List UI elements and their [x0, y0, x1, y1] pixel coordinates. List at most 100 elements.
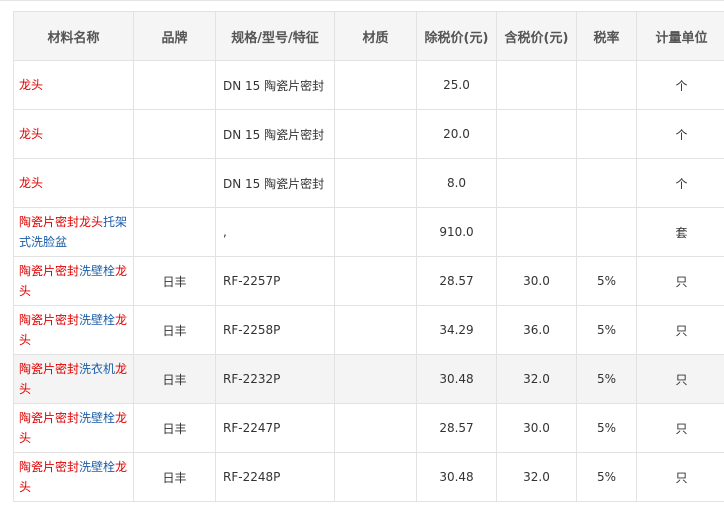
material-name-segment[interactable]: 洗壁栓 — [79, 411, 115, 425]
material-price-table: 材料名称 品牌 规格/型号/特征 材质 除税价(元) 含税价(元) 税率 计量单… — [13, 11, 724, 502]
cell-brand — [133, 158, 216, 208]
cell-tax-rate — [576, 60, 637, 110]
header-tax-rate[interactable]: 税率 — [576, 11, 637, 61]
cell-brand: 日丰 — [133, 305, 216, 355]
cell-material-name[interactable]: 龙头 — [13, 109, 134, 159]
cell-price-incl-tax — [496, 109, 577, 159]
cell-price-incl-tax — [496, 158, 577, 208]
cell-material — [334, 207, 417, 257]
cell-price-incl-tax: 30.0 — [496, 256, 577, 306]
cell-material — [334, 452, 417, 502]
cell-spec: RF-2247P — [215, 403, 335, 453]
cell-unit: 个 — [636, 109, 724, 159]
cell-spec: DN 15 陶瓷片密封 — [215, 109, 335, 159]
cell-brand — [133, 109, 216, 159]
cell-unit: 只 — [636, 354, 724, 404]
cell-tax-rate: 5% — [576, 354, 637, 404]
cell-tax-rate — [576, 158, 637, 208]
cell-material — [334, 256, 417, 306]
table-header-row: 材料名称 品牌 规格/型号/特征 材质 除税价(元) 含税价(元) 税率 计量单… — [13, 11, 724, 61]
table-row[interactable]: 陶瓷片密封洗壁栓龙头 日丰 RF-2257P 28.57 30.0 5% 只 — [13, 256, 724, 306]
cell-material-name[interactable]: 陶瓷片密封洗衣机龙头 — [13, 354, 134, 404]
material-name-segment[interactable]: 洗壁栓 — [79, 264, 115, 278]
material-name-segment[interactable]: 陶瓷片密封 — [19, 460, 79, 474]
material-name-segment[interactable]: 龙头 — [19, 78, 43, 92]
table-row[interactable]: 陶瓷片密封洗衣机龙头 日丰 RF-2232P 30.48 32.0 5% 只 — [13, 354, 724, 404]
cell-material-name[interactable]: 陶瓷片密封洗壁栓龙头 — [13, 256, 134, 306]
header-material-name[interactable]: 材料名称 — [13, 11, 134, 61]
cell-material-name[interactable]: 龙头 — [13, 60, 134, 110]
header-material[interactable]: 材质 — [334, 11, 417, 61]
material-name-segment[interactable]: 陶瓷片密封 — [19, 264, 79, 278]
cell-price-excl-tax: 8.0 — [416, 158, 497, 208]
cell-material — [334, 403, 417, 453]
material-name-segment[interactable]: 洗壁栓 — [79, 460, 115, 474]
cell-price-excl-tax: 30.48 — [416, 452, 497, 502]
cell-price-incl-tax — [496, 60, 577, 110]
cell-tax-rate: 5% — [576, 256, 637, 306]
cell-tax-rate: 5% — [576, 305, 637, 355]
header-price-excl-tax[interactable]: 除税价(元) — [416, 11, 497, 61]
cell-price-excl-tax: 28.57 — [416, 256, 497, 306]
cell-material-name[interactable]: 龙头 — [13, 158, 134, 208]
table-row[interactable]: 陶瓷片密封洗壁栓龙头 日丰 RF-2258P 34.29 36.0 5% 只 — [13, 305, 724, 355]
cell-spec: DN 15 陶瓷片密封 — [215, 158, 335, 208]
header-brand[interactable]: 品牌 — [133, 11, 216, 61]
cell-material — [334, 60, 417, 110]
cell-tax-rate — [576, 109, 637, 159]
material-name-segment[interactable]: 龙头 — [19, 176, 43, 190]
material-name-segment[interactable]: 洗壁栓 — [79, 313, 115, 327]
cell-unit: 只 — [636, 256, 724, 306]
cell-brand — [133, 207, 216, 257]
cell-price-incl-tax: 30.0 — [496, 403, 577, 453]
table-row[interactable]: 陶瓷片密封洗壁栓龙头 日丰 RF-2248P 30.48 32.0 5% 只 — [13, 452, 724, 502]
cell-tax-rate — [576, 207, 637, 257]
cell-tax-rate: 5% — [576, 452, 637, 502]
cell-spec: RF-2248P — [215, 452, 335, 502]
cell-unit: 只 — [636, 452, 724, 502]
cell-price-incl-tax — [496, 207, 577, 257]
table-row[interactable]: 陶瓷片密封龙头托架式洗脸盆, 910.0 套 — [13, 207, 724, 257]
cell-price-incl-tax: 32.0 — [496, 452, 577, 502]
header-price-incl-tax[interactable]: 含税价(元) — [496, 11, 577, 61]
table-row[interactable]: 龙头 DN 15 陶瓷片密封 25.0 个 — [13, 60, 724, 110]
cell-tax-rate: 5% — [576, 403, 637, 453]
cell-spec: , — [215, 207, 335, 257]
cell-material — [334, 305, 417, 355]
table-row[interactable]: 龙头 DN 15 陶瓷片密封 20.0 个 — [13, 109, 724, 159]
cell-brand: 日丰 — [133, 256, 216, 306]
material-name-segment[interactable]: 龙头 — [19, 127, 43, 141]
cell-material-name[interactable]: 陶瓷片密封洗壁栓龙头 — [13, 452, 134, 502]
cell-unit: 个 — [636, 60, 724, 110]
material-name-segment[interactable]: 陶瓷片密封 — [19, 362, 79, 376]
cell-price-excl-tax: 910.0 — [416, 207, 497, 257]
cell-brand: 日丰 — [133, 354, 216, 404]
cell-brand — [133, 60, 216, 110]
cell-brand: 日丰 — [133, 403, 216, 453]
cell-material-name[interactable]: 陶瓷片密封龙头托架式洗脸盆 — [13, 207, 134, 257]
cell-spec: RF-2257P — [215, 256, 335, 306]
cell-unit: 只 — [636, 403, 724, 453]
table-row[interactable]: 龙头 DN 15 陶瓷片密封 8.0 个 — [13, 158, 724, 208]
cell-brand: 日丰 — [133, 452, 216, 502]
material-name-segment[interactable]: 洗衣机 — [79, 362, 115, 376]
cell-material — [334, 109, 417, 159]
cell-unit: 套 — [636, 207, 724, 257]
cell-spec: DN 15 陶瓷片密封 — [215, 60, 335, 110]
table-body: 龙头 DN 15 陶瓷片密封 25.0 个龙头 DN 15 陶瓷片密封 20.0 个龙头 DN… — [13, 60, 724, 502]
material-name-segment[interactable]: 龙头 — [79, 215, 103, 229]
material-name-segment[interactable]: 陶瓷片密封 — [19, 313, 79, 327]
cell-material-name[interactable]: 陶瓷片密封洗壁栓龙头 — [13, 403, 134, 453]
top-divider — [0, 0, 724, 1]
material-name-segment[interactable]: 陶瓷片密封 — [19, 215, 79, 229]
material-name-segment[interactable]: 陶瓷片密封 — [19, 411, 79, 425]
cell-material-name[interactable]: 陶瓷片密封洗壁栓龙头 — [13, 305, 134, 355]
cell-price-incl-tax: 32.0 — [496, 354, 577, 404]
cell-price-excl-tax: 28.57 — [416, 403, 497, 453]
header-unit[interactable]: 计量单位 — [636, 11, 724, 61]
cell-price-excl-tax: 20.0 — [416, 109, 497, 159]
cell-price-excl-tax: 34.29 — [416, 305, 497, 355]
header-spec[interactable]: 规格/型号/特征 — [215, 11, 335, 61]
table-row[interactable]: 陶瓷片密封洗壁栓龙头 日丰 RF-2247P 28.57 30.0 5% 只 — [13, 403, 724, 453]
cell-material — [334, 354, 417, 404]
